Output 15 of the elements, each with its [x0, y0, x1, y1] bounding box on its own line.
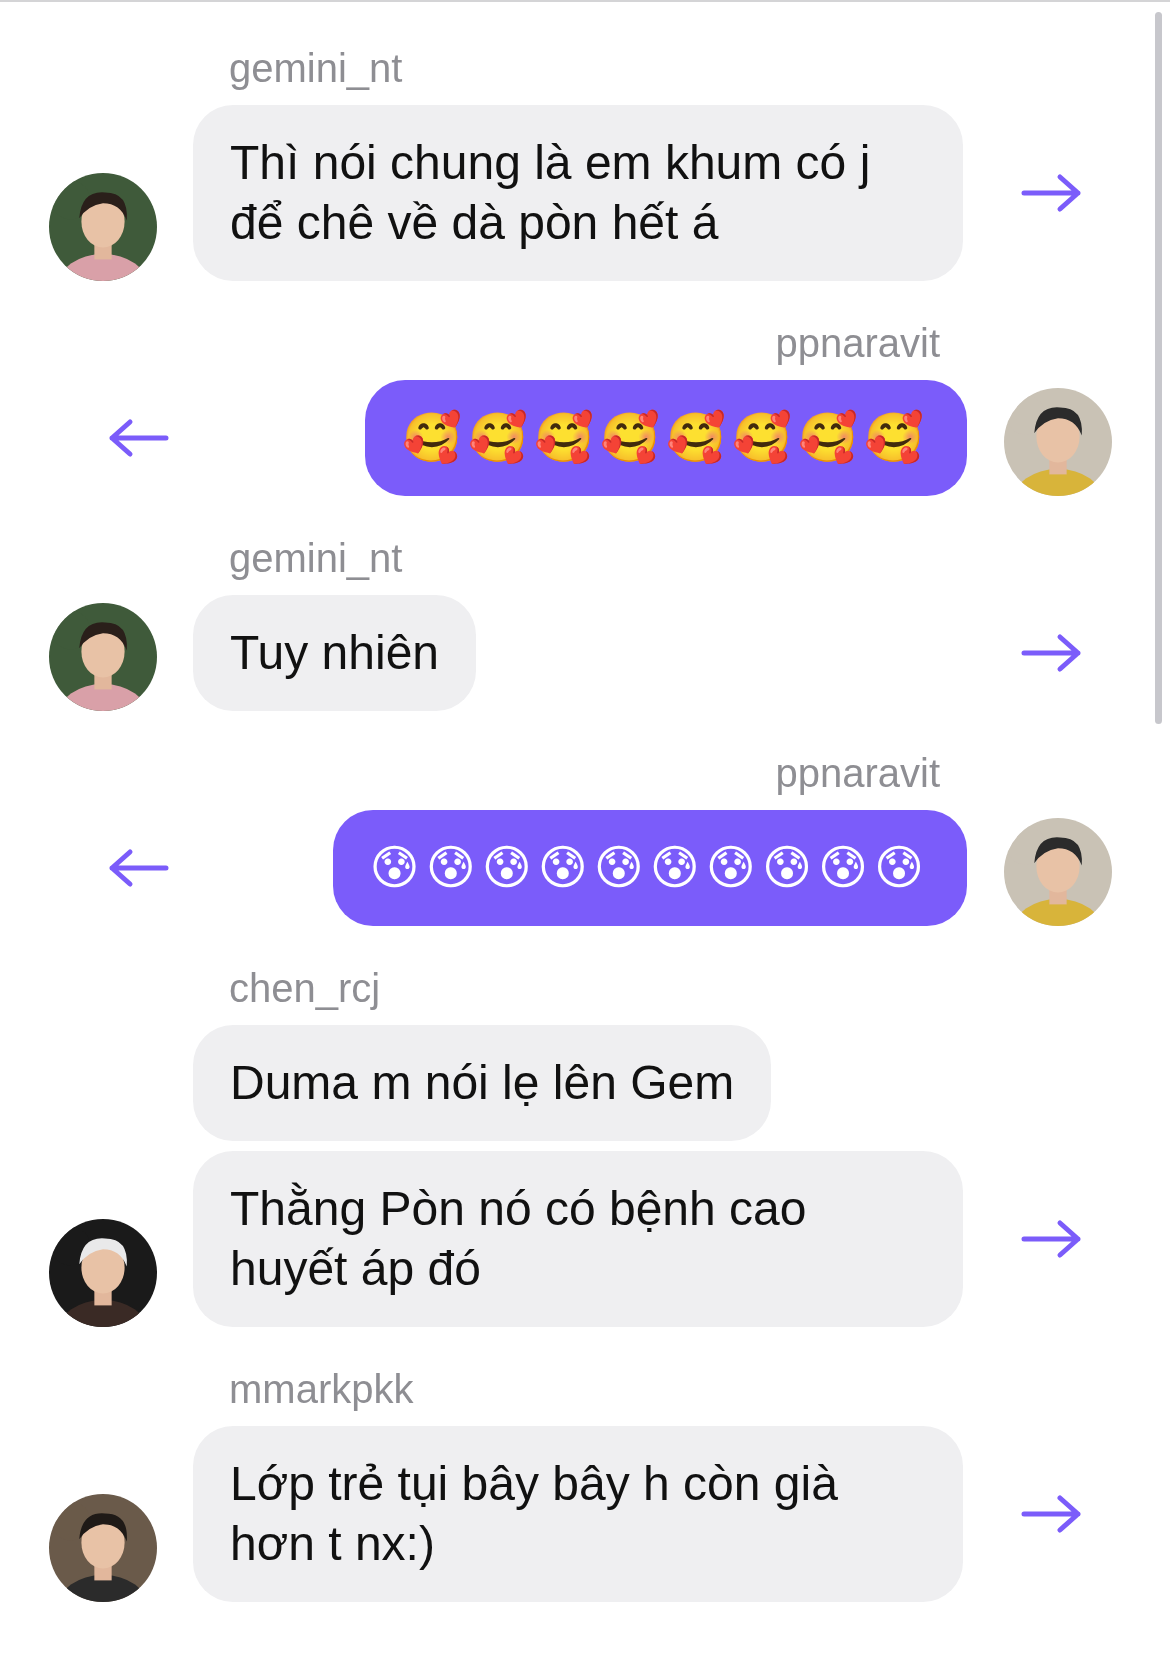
message-bubble: Thằng Pòn nó có bệnh cao huyết áp đó [193, 1151, 963, 1327]
message-bubble: 🥰🥰🥰🥰🥰🥰🥰🥰 [365, 380, 967, 496]
message-bubble: Duma m nói lẹ lên Gem [193, 1025, 772, 1141]
username: chen_rcj [229, 966, 382, 1012]
message-bubble: 😰😰😰😰😰😰😰😰😰😰 [332, 810, 967, 926]
message-bubble: Lớp trẻ tụi bây bây h còn già hơn t nx:) [193, 1426, 963, 1602]
message-bubble: Thì nói chung là em khum có j để chê về dà pòn hết á [193, 105, 963, 281]
username: gemini_nt [229, 536, 404, 582]
username: ppnaravit [775, 321, 940, 367]
username: gemini_nt [229, 46, 404, 92]
message-bubble: Tuy nhiên [193, 595, 476, 711]
arrow-right-icon[interactable] [1020, 1494, 1084, 1534]
scrollbar[interactable] [1155, 12, 1162, 724]
username: ppnaravit [775, 751, 940, 797]
username: mmarkpkk [229, 1367, 415, 1413]
